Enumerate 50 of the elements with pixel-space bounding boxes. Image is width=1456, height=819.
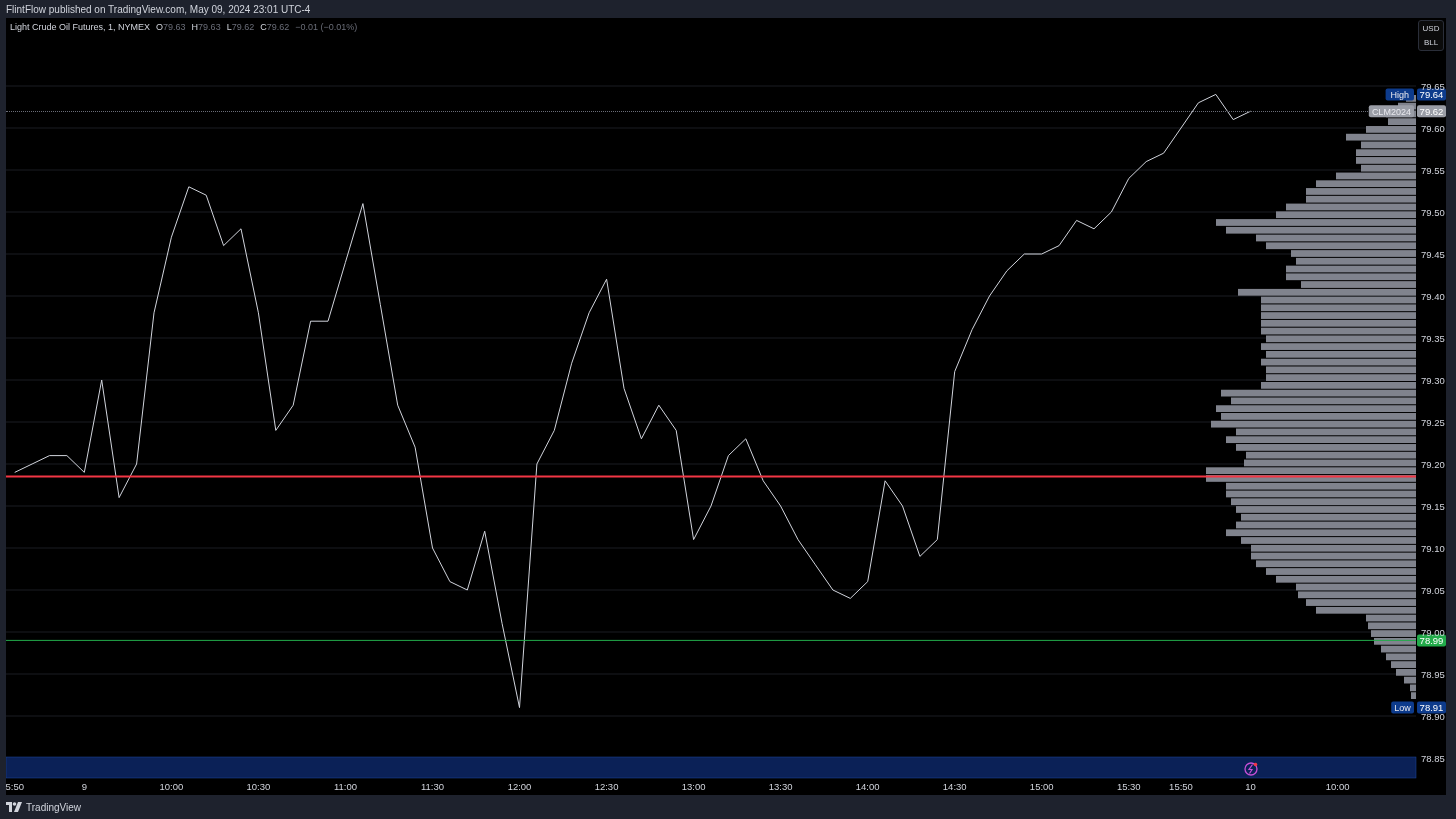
price-axis-label: 79.45	[1421, 248, 1445, 260]
currency-button[interactable]: USD	[1422, 24, 1440, 33]
ohlc-value: C79.62	[260, 22, 290, 32]
symbol-title[interactable]: Light Crude Oil Futures, 1, NYMEX	[10, 22, 151, 32]
time-axis-label: 11:30	[420, 781, 444, 792]
series-label: CLM2024	[1368, 105, 1414, 118]
time-axis-label: 15:00	[1029, 781, 1054, 792]
time-axis-label: 9	[81, 781, 87, 792]
time-axis-label: 11:00	[333, 781, 357, 792]
ohlc-value: O79.63	[156, 22, 186, 32]
price-axis-label: 78.85	[1421, 752, 1445, 764]
price-label: 78.91	[1417, 701, 1446, 714]
ohlc-value: L79.62	[226, 22, 255, 32]
price-axis-label: 79.50	[1421, 206, 1445, 218]
price-axis-label: 79.15	[1421, 500, 1445, 512]
time-axis-label: 12:00	[507, 781, 532, 792]
brand-name: TradingView	[26, 801, 82, 813]
price-axis-label: 79.60	[1421, 122, 1445, 134]
horizontal-line[interactable]	[6, 475, 1417, 478]
time-axis-label: 15:30	[1116, 781, 1141, 792]
time-axis-label: 10:00	[159, 781, 184, 792]
time-axis-label: 10:00	[1325, 781, 1350, 792]
time-axis-label: 10	[1245, 781, 1256, 792]
price-label: 79.62	[1417, 105, 1446, 118]
publish-caption: FlintFlow published on TradingView.com, May 09, 2024 23:01 UTC-4	[6, 3, 311, 15]
time-axis-label: 12:30	[594, 781, 619, 792]
lightning-icon	[1244, 762, 1258, 776]
price-axis-label: 79.10	[1421, 542, 1445, 554]
ohlc-value: H79.63	[191, 22, 221, 32]
time-axis-label: 13:30	[768, 781, 793, 792]
time-axis-label: 5:50	[6, 781, 24, 792]
time-axis-label: 10:30	[246, 781, 271, 792]
price-axis-label: 78.95	[1421, 668, 1445, 680]
time-axis-label: 13:00	[681, 781, 706, 792]
price-axis-label: 79.25	[1421, 416, 1445, 428]
time-axis-label: 15:50	[1169, 781, 1193, 792]
price-change: −0.01 (−0.01%)	[295, 22, 358, 32]
time-axis-label: 14:30	[942, 781, 967, 792]
horizontal-line[interactable]	[6, 639, 1417, 641]
series-label: High	[1385, 88, 1414, 101]
price-axis-label: 79.20	[1421, 458, 1445, 470]
price-axis-label: 79.40	[1421, 290, 1445, 302]
tradingview-logo-icon	[6, 802, 22, 812]
series-label: Low	[1391, 701, 1414, 714]
price-axis-label: 79.30	[1421, 374, 1445, 386]
price-axis-label: 79.35	[1421, 332, 1445, 344]
price-axis-label: 79.05	[1421, 584, 1445, 596]
price-axis-label: 79.55	[1421, 164, 1445, 176]
unit-button[interactable]: BLL	[1423, 38, 1439, 47]
time-axis-label: 14:00	[855, 781, 880, 792]
